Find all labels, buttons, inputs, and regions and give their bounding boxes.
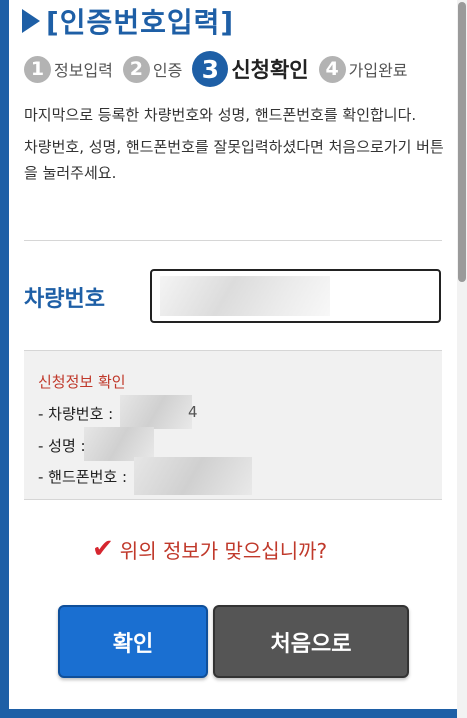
- redacted-car-value: [120, 395, 192, 429]
- confirm-question: ✔ 위의 정보가 맞으십니까?: [92, 534, 327, 564]
- step-1-number: 1: [24, 55, 51, 83]
- step-1-label: 정보입력: [54, 61, 113, 80]
- step-2-label: 인증: [152, 61, 183, 80]
- confirm-info-title: 신청정보 확인: [38, 373, 126, 391]
- page-header: [인증번호입력]: [22, 2, 234, 40]
- checkmark-icon: ✔: [92, 534, 114, 564]
- step-1: 1 정보입력: [24, 55, 113, 83]
- instructions: 마지막으로 등록한 차량번호와 성명, 핸드폰번호를 확인합니다. 차량번호, …: [24, 102, 444, 192]
- frame-bottom-border: [0, 709, 467, 718]
- confirm-name: - 성명 :: [38, 437, 86, 455]
- redacted-car-number: [160, 276, 330, 316]
- confirm-phone: - 핸드폰번호 :: [38, 468, 128, 486]
- page-title: [인증번호입력]: [46, 6, 235, 39]
- triangle-icon: [22, 9, 40, 33]
- scrollbar-thumb[interactable]: [458, 2, 466, 282]
- confirm-info-box: 신청정보 확인 - 차량번호 : - 성명 : - 핸드폰번호 : 4: [24, 350, 442, 500]
- question-text: 위의 정보가 맞으십니까?: [119, 538, 328, 563]
- step-2: 2 인증: [122, 55, 183, 83]
- step-3-active: 3 신청확인: [192, 51, 309, 87]
- step-4: 4 가입완료: [318, 55, 408, 83]
- car-value-tail: 4: [188, 403, 198, 421]
- instruction-line-2: 차량번호, 성명, 핸드폰번호를 잘못입력하셨다면 처음으로가기 버튼을 눌러주…: [24, 138, 444, 182]
- step-4-number: 4: [318, 55, 346, 83]
- step-2-number: 2: [122, 55, 150, 83]
- car-number-label: 차량번호: [24, 287, 105, 312]
- confirm-button[interactable]: 확인: [58, 605, 208, 678]
- step-3-label: 신청확인: [231, 58, 309, 82]
- step-4-label: 가입완료: [348, 61, 408, 80]
- instruction-line-1: 마지막으로 등록한 차량번호와 성명, 핸드폰번호를 확인합니다.: [24, 106, 417, 124]
- scrollbar[interactable]: [457, 0, 467, 718]
- redacted-phone-value: [134, 457, 252, 495]
- step-indicator: 1 정보입력 2 인증 3 신청확인 4 가입완료: [24, 50, 418, 88]
- step-3-number: 3: [192, 51, 229, 87]
- start-over-button[interactable]: 처음으로: [213, 605, 409, 678]
- frame-left-border: [0, 0, 9, 718]
- confirm-car-number: - 차량번호 :: [38, 405, 114, 423]
- divider: [24, 240, 442, 241]
- redacted-name-value: [84, 427, 154, 461]
